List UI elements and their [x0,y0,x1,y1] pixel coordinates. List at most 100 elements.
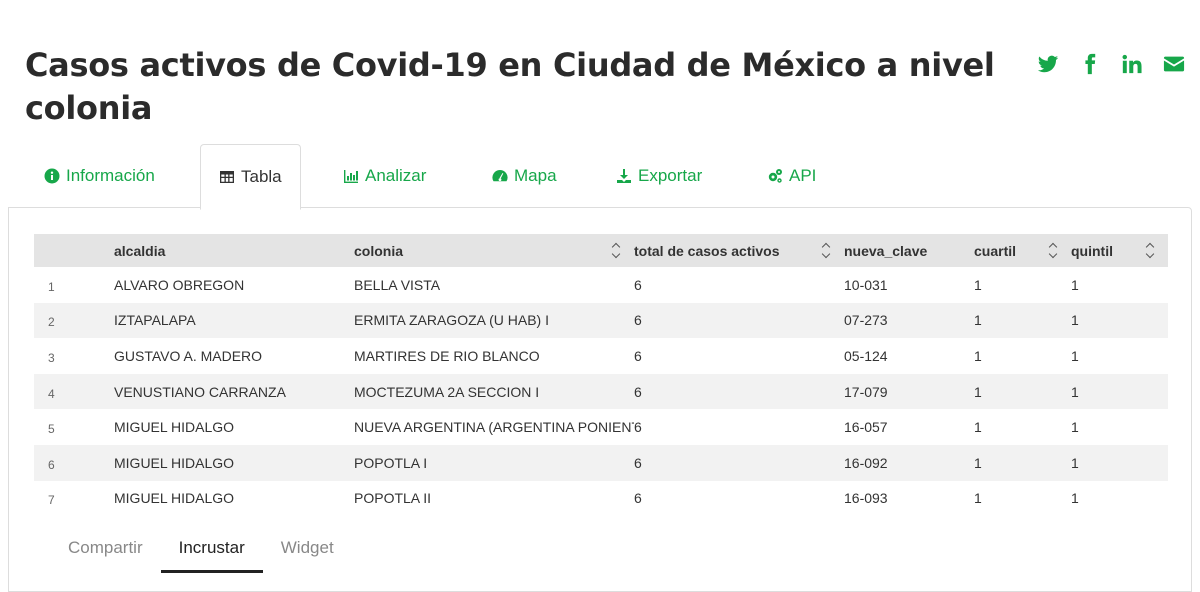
cell-nueva-clave: 16-093 [844,490,888,507]
tab-label: API [789,166,817,185]
column-header-label: nueva_clave [844,242,928,259]
table-row: 6 MIGUEL HIDALGO POPOTLA I 6 16-092 1 1 [34,444,1168,481]
tab-label: Información [66,166,155,185]
cell-cuartil: 1 [974,419,982,436]
row-index: 5 [48,422,55,437]
cell-cuartil: 1 [974,444,1071,481]
cell-total-casos: 6 [634,419,642,436]
sort-icon[interactable] [1146,244,1156,258]
tab-tabla[interactable]: Tabla [200,144,301,210]
column-header-total-casos[interactable]: total de casos activos [634,234,844,267]
tab-api[interactable]: API [767,144,816,208]
cell-quintil: 1 [1071,444,1168,481]
sort-icon[interactable] [822,244,832,258]
cell-cuartil: 1 [974,347,982,364]
column-header-colonia[interactable]: colonia [354,234,634,267]
table-row: 7 MIGUEL HIDALGO POPOTLA II 6 16-093 1 1 [34,481,1168,510]
column-header-quintil[interactable]: quintil [1071,234,1168,267]
sort-icon[interactable] [1049,244,1059,258]
column-header-index [34,234,114,267]
row-index: 6 [34,444,114,481]
cell-colonia: MARTIRES DE RIO BLANCO [354,347,540,364]
table-row: 3 GUSTAVO A. MADERO MARTIRES DE RIO BLANCO… [34,338,1168,374]
table-body: 1 ALVARO OBREGON BELLA VISTA 6 10-031 1 1 2 IZTA… [34,267,1168,510]
data-table-container[interactable]: alcaldia colonia total de casos activos … [34,234,1168,510]
column-header-nueva-clave[interactable]: nueva_clave [844,234,974,267]
row-index: 2 [34,302,114,339]
cell-colonia: NUEVA ARGENTINA (ARGENTINA PONIENTE) [354,419,634,436]
row-index: 4 [34,373,114,410]
twitter-icon[interactable] [1036,52,1060,76]
tab-mapa[interactable]: Mapa [492,144,557,208]
facebook-icon[interactable] [1078,52,1102,76]
cell-total-casos: 6 [634,490,642,507]
cell-total-casos: 6 [634,302,844,339]
row-index: 7 [48,493,55,508]
cell-quintil: 1 [1071,276,1079,293]
tab-label: Analizar [365,166,427,185]
tab-label: Mapa [514,166,557,185]
cell-cuartil: 1 [974,373,1071,410]
email-icon[interactable] [1162,52,1186,76]
column-header-label: total de casos activos [634,242,780,259]
cell-quintil: 1 [1071,490,1079,507]
table-row: 1 ALVARO OBREGON BELLA VISTA 6 10-031 1 1 [34,267,1168,303]
bar-chart-icon [344,170,358,183]
column-header-cuartil[interactable]: cuartil [974,234,1071,267]
column-header-label: colonia [354,242,404,259]
dashboard-icon [492,169,508,182]
table-row: 2 IZTAPALAPA ERMITA ZARAGOZA (U HAB) I 6 07-… [34,302,1168,339]
cell-colonia: POPOTLA II [354,490,432,507]
row-index: 1 [48,279,55,294]
tab-informacion[interactable]: Información [44,144,155,208]
column-header-label: quintil [1071,242,1113,259]
cell-colonia: POPOTLA I [354,444,634,481]
tab-bar: Información Tabla Analizar Mapa Exportar… [8,144,1192,210]
cell-alcaldia: VENUSTIANO CARRANZA [114,373,354,410]
cell-alcaldia: IZTAPALAPA [114,302,354,339]
cell-quintil: 1 [1071,347,1079,364]
cell-cuartil: 1 [974,490,982,507]
cell-total-casos: 6 [634,347,642,364]
download-icon [617,169,631,183]
column-header-label: alcaldia [114,242,166,259]
cogs-icon [768,169,782,183]
page-title: Casos activos de Covid-19 en Ciudad de M… [25,46,995,127]
cell-nueva-clave: 17-079 [844,373,974,410]
cell-nueva-clave: 07-273 [844,302,974,339]
cell-alcaldia: GUSTAVO A. MADERO [114,347,263,364]
column-header-label: cuartil [974,242,1017,259]
column-header-alcaldia[interactable]: alcaldia [114,234,354,267]
linkedin-icon[interactable] [1120,52,1144,76]
data-table: alcaldia colonia total de casos activos … [34,234,1168,510]
cell-nueva-clave: 16-092 [844,444,974,481]
cell-colonia: BELLA VISTA [354,276,441,293]
share-bar [1036,52,1186,76]
cell-alcaldia: MIGUEL HIDALGO [114,444,354,481]
cell-quintil: 1 [1071,373,1168,410]
cell-cuartil: 1 [974,302,1071,339]
cell-alcaldia: MIGUEL HIDALGO [114,490,235,507]
cell-alcaldia: ALVARO OBREGON [114,276,245,293]
tab-exportar[interactable]: Exportar [616,144,702,208]
cell-colonia: MOCTEZUMA 2A SECCION I [354,373,634,410]
cell-total-casos: 6 [634,373,844,410]
cell-nueva-clave: 16-057 [844,419,888,436]
sort-icon[interactable] [612,244,622,258]
cell-alcaldia: MIGUEL HIDALGO [114,419,235,436]
cell-quintil: 1 [1071,419,1079,436]
cell-nueva-clave: 05-124 [844,347,888,364]
tab-label: Tabla [241,167,282,186]
tab-analizar[interactable]: Analizar [343,144,426,208]
table-row: 4 VENUSTIANO CARRANZA MOCTEZUMA 2A SECCION… [34,373,1168,410]
tab-widget[interactable]: Widget [263,528,352,573]
cell-quintil: 1 [1071,302,1168,339]
tab-compartir[interactable]: Compartir [50,528,161,573]
table-row: 5 MIGUEL HIDALGO NUEVA ARGENTINA (ARGENTIN… [34,409,1168,445]
cell-total-casos: 6 [634,276,642,293]
tab-incrustar[interactable]: Incrustar [160,528,263,573]
cell-total-casos: 6 [634,444,844,481]
row-index: 3 [48,350,55,365]
cell-nueva-clave: 10-031 [844,276,888,293]
table-header-row: alcaldia colonia total de casos activos … [34,234,1168,267]
